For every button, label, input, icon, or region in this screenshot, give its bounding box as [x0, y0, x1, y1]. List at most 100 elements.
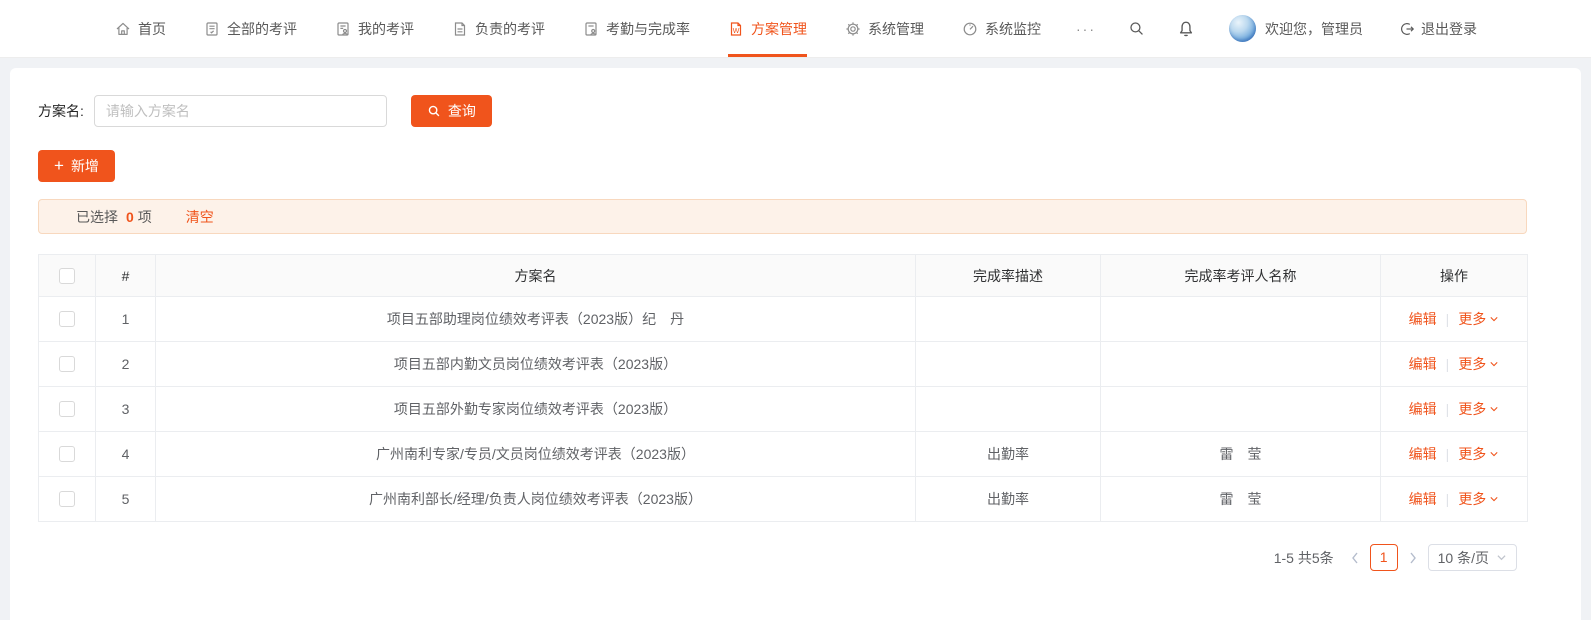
search-icon[interactable] [1128, 0, 1145, 57]
svg-text:W: W [733, 28, 740, 35]
row-checkbox[interactable] [59, 356, 75, 372]
selection-prefix: 已选择 [76, 207, 118, 227]
document-icon [452, 21, 468, 37]
select-all-checkbox[interactable] [59, 268, 75, 284]
selection-suffix: 项 [138, 207, 152, 227]
add-button[interactable]: + 新增 [38, 150, 115, 182]
table-row: 3 项目五部外勤专家岗位绩效考评表（2023版） 编辑|更多 [39, 387, 1528, 432]
more-link[interactable]: 更多 [1458, 354, 1499, 374]
row-checkbox[interactable] [59, 401, 75, 417]
column-header-index: # [96, 255, 156, 297]
chevron-left-icon [1349, 551, 1361, 565]
table-row: 5 广州南利部长/经理/负责人岗位绩效考评表（2023版） 出勤率 雷 莹 编辑… [39, 477, 1528, 522]
action-divider: | [1446, 401, 1450, 417]
nav-more-button[interactable]: ··· [1076, 0, 1096, 57]
table-row: 4 广州南利专家/专员/文员岗位绩效考评表（2023版） 出勤率 雷 莹 编辑|… [39, 432, 1528, 477]
gear-icon [845, 21, 861, 37]
action-divider: | [1446, 491, 1450, 507]
edit-link[interactable]: 编辑 [1409, 309, 1437, 329]
selection-count: 0 [126, 209, 134, 225]
chevron-down-icon [1489, 405, 1499, 413]
chevron-down-icon [1489, 495, 1499, 503]
logout-button[interactable]: 退出登录 [1399, 0, 1477, 57]
assessor-cell [1101, 387, 1381, 432]
action-divider: | [1446, 356, 1450, 372]
nav-item-system-monitor[interactable]: 系统监控 [962, 0, 1041, 57]
nav-item-label: 我的考评 [358, 19, 414, 39]
completion-desc-cell [916, 342, 1101, 387]
toolbar: + 新增 [38, 150, 1527, 182]
action-divider: | [1446, 311, 1450, 327]
nav-item-all-reviews[interactable]: 全部的考评 [204, 0, 297, 57]
edit-link[interactable]: 编辑 [1409, 354, 1437, 374]
document-user-icon [583, 21, 599, 37]
column-header-assessor-name: 完成率考评人名称 [1101, 255, 1381, 297]
action-divider: | [1446, 446, 1450, 462]
edit-link[interactable]: 编辑 [1409, 444, 1437, 464]
plan-name-input[interactable] [94, 95, 387, 127]
clear-selection-link[interactable]: 清空 [186, 207, 214, 227]
completion-desc-cell: 出勤率 [916, 477, 1101, 522]
more-link[interactable]: 更多 [1458, 444, 1499, 464]
selection-alert: 已选择 0 项 清空 [38, 199, 1527, 234]
row-index: 3 [96, 387, 156, 432]
completion-desc-cell: 出勤率 [916, 432, 1101, 477]
chevron-down-icon [1496, 553, 1507, 562]
row-index: 4 [96, 432, 156, 477]
plan-name-cell: 项目五部助理岗位绩效考评表（2023版）纪 丹 [156, 297, 916, 342]
nav-item-label: 首页 [138, 19, 166, 39]
nav-item-home[interactable]: 首页 [115, 0, 166, 57]
welcome-text: 欢迎您，管理员 [1265, 19, 1363, 39]
query-button[interactable]: 查询 [411, 95, 492, 127]
nav-item-label: 方案管理 [751, 19, 807, 39]
nav-item-label: 全部的考评 [227, 19, 297, 39]
logout-label: 退出登录 [1421, 19, 1477, 39]
nav-item-my-reviews[interactable]: 我的考评 [335, 0, 414, 57]
notification-bell-icon[interactable] [1177, 0, 1195, 57]
plans-table: # 方案名 完成率描述 完成率考评人名称 操作 1 项目五部助理岗位绩效考评表（… [38, 254, 1528, 522]
pagination: 1-5 共5条 1 10 条/页 [38, 544, 1527, 571]
filter-row: 方案名: 查询 [38, 95, 1527, 127]
chevron-right-icon [1407, 551, 1419, 565]
nav-item-plan-management[interactable]: W 方案管理 [728, 0, 807, 57]
clipboard-icon [204, 21, 220, 37]
row-checkbox[interactable] [59, 491, 75, 507]
avatar [1229, 15, 1256, 42]
row-index: 1 [96, 297, 156, 342]
nav-item-attendance[interactable]: 考勤与完成率 [583, 0, 690, 57]
plan-name-cell: 项目五部内勤文员岗位绩效考评表（2023版） [156, 342, 916, 387]
page-size-select[interactable]: 10 条/页 [1428, 544, 1517, 571]
more-link[interactable]: 更多 [1458, 399, 1499, 419]
plan-name-cell: 广州南利专家/专员/文员岗位绩效考评表（2023版） [156, 432, 916, 477]
edit-link[interactable]: 编辑 [1409, 489, 1437, 509]
next-page-button[interactable] [1407, 551, 1419, 565]
nav-item-system-management[interactable]: 系统管理 [845, 0, 924, 57]
chevron-down-icon [1489, 450, 1499, 458]
edit-link[interactable]: 编辑 [1409, 399, 1437, 419]
nav-item-label: 系统监控 [985, 19, 1041, 39]
row-checkbox[interactable] [59, 311, 75, 327]
prev-page-button[interactable] [1349, 551, 1361, 565]
nav-item-responsible-reviews[interactable]: 负责的考评 [452, 0, 545, 57]
search-icon [427, 104, 441, 118]
logout-icon [1399, 21, 1415, 37]
plan-name-label: 方案名: [38, 101, 84, 121]
more-link[interactable]: 更多 [1458, 309, 1499, 329]
gauge-icon [962, 21, 978, 37]
table-row: 1 项目五部助理岗位绩效考评表（2023版）纪 丹 编辑 | 更多 [39, 297, 1528, 342]
table-header-row: # 方案名 完成率描述 完成率考评人名称 操作 [39, 255, 1528, 297]
user-menu[interactable]: 欢迎您，管理员 [1229, 0, 1363, 57]
nav-item-label: 系统管理 [868, 19, 924, 39]
row-checkbox[interactable] [59, 446, 75, 462]
plan-management-panel: 方案名: 查询 + 新增 已选择 0 项 清空 # 方案名 完成率描述 [10, 68, 1581, 620]
chevron-down-icon [1489, 360, 1499, 368]
more-link[interactable]: 更多 [1458, 489, 1499, 509]
nav-item-label: 考勤与完成率 [606, 19, 690, 39]
column-header-plan-name: 方案名 [156, 255, 916, 297]
table-row: 2 项目五部内勤文员岗位绩效考评表（2023版） 编辑 | 更多 [39, 342, 1528, 387]
assessor-cell: 雷 莹 [1101, 477, 1381, 522]
row-index: 2 [96, 342, 156, 387]
column-header-actions: 操作 [1381, 255, 1528, 297]
page-1-button[interactable]: 1 [1370, 544, 1398, 571]
chevron-down-icon [1489, 315, 1499, 323]
